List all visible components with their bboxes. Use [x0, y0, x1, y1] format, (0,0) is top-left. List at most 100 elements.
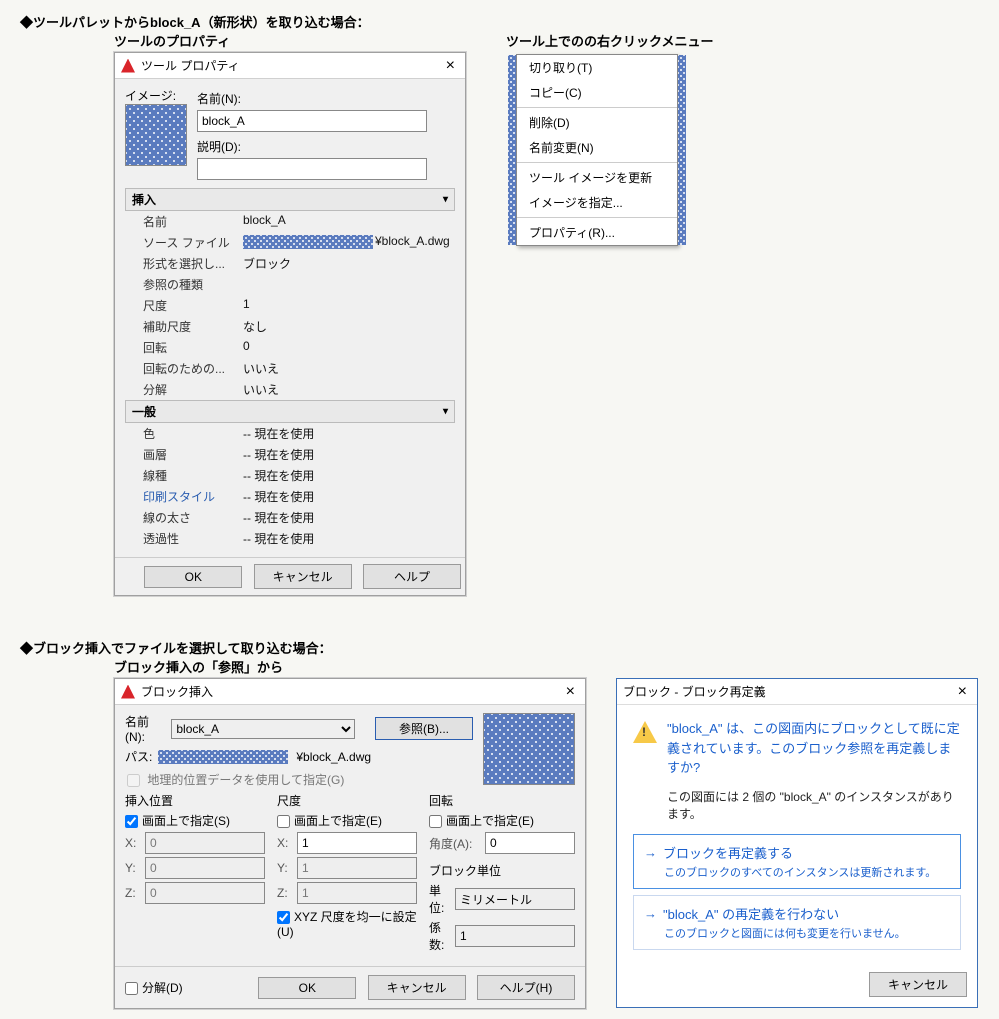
prop-row[interactable]: 回転0	[125, 337, 455, 358]
option-no-redefine[interactable]: →"block_A" の再定義を行わない このブロックと図面には何も変更を行いま…	[633, 895, 961, 950]
tool-props-label: ツールのプロパティ	[114, 31, 466, 50]
block-insert-title: ブロック挿入	[141, 683, 213, 700]
prop-row[interactable]: ソース ファイル¥block_A.dwg	[125, 232, 455, 253]
prop-key: 線種	[143, 467, 243, 484]
section1-title: ◆ツールパレットからblock_A（新形状）を取り込む場合：	[20, 12, 979, 31]
ok-button[interactable]: OK	[258, 977, 356, 999]
cancel-button[interactable]: キャンセル	[254, 564, 352, 589]
prop-value: 1	[243, 297, 455, 314]
scale-onscreen-checkbox[interactable]	[277, 815, 290, 828]
block-redefine-dialog: ブロック - ブロック再定義 × "block_A" は、この図面内にブロックと…	[616, 678, 978, 1008]
autocad-icon	[121, 59, 135, 73]
chevron-down-icon: ▾	[443, 406, 448, 417]
menu-item[interactable]: 削除(D)	[517, 110, 677, 135]
redef-message: "block_A" は、この図面内にブロックとして既に定義されています。このブロ…	[667, 719, 961, 778]
menu-separator	[517, 107, 677, 108]
prop-key: 名前	[143, 213, 243, 230]
autocad-icon	[121, 685, 135, 699]
uniform-scale-checkbox[interactable]	[277, 911, 290, 924]
unit-input	[455, 888, 575, 910]
tool-properties-dialog: ツール プロパティ × イメージ: 名前(N):	[114, 52, 466, 596]
path-hidden-prefix	[243, 235, 373, 249]
redef-title: ブロック - ブロック再定義	[623, 683, 766, 700]
bi-name-select[interactable]: block_A	[171, 719, 355, 739]
warning-icon	[633, 721, 657, 743]
pos-onscreen-checkbox[interactable]	[125, 815, 138, 828]
prop-value: -- 現在を使用	[243, 425, 455, 442]
bi-path-label: パス:	[125, 748, 152, 765]
rotation-group: 回転 画面上で指定(E) 角度(A): ブロック単位 単位: 係数:	[429, 792, 575, 956]
prop-row[interactable]: 画層-- 現在を使用	[125, 444, 455, 465]
prop-row[interactable]: 名前block_A	[125, 211, 455, 232]
angle-input[interactable]	[485, 832, 575, 854]
ctx-menu-label: ツール上でのの右クリックメニュー	[506, 31, 713, 50]
close-icon[interactable]: ×	[562, 685, 579, 699]
group-general-head[interactable]: 一般 ▾	[125, 400, 455, 423]
cancel-button[interactable]: キャンセル	[368, 975, 466, 1000]
tool-thumbnail[interactable]	[125, 104, 187, 166]
prop-value	[243, 276, 455, 293]
tool-props-title: ツール プロパティ	[141, 57, 240, 74]
help-button[interactable]: ヘルプ(H)	[477, 975, 575, 1000]
prop-row[interactable]: 線種-- 現在を使用	[125, 465, 455, 486]
block-insert-dialog: ブロック挿入 × 名前(N): block_A 参照(B)... パス:	[114, 678, 586, 1009]
explode-checkbox[interactable]	[125, 982, 138, 995]
prop-key: ソース ファイル	[143, 234, 243, 251]
prop-key: 尺度	[143, 297, 243, 314]
name-input[interactable]	[197, 110, 427, 132]
cancel-button[interactable]: キャンセル	[869, 972, 967, 997]
group-insert-head[interactable]: 挿入 ▾	[125, 188, 455, 211]
scale-x-input[interactable]	[297, 832, 417, 854]
prop-row[interactable]: 印刷スタイル-- 現在を使用	[125, 486, 455, 507]
section2-sub: ブロック挿入の「参照」から	[114, 657, 979, 676]
menu-item[interactable]: イメージを指定...	[517, 190, 677, 215]
close-icon[interactable]: ×	[442, 59, 459, 73]
prop-row[interactable]: 色-- 現在を使用	[125, 423, 455, 444]
prop-value: -- 現在を使用	[243, 530, 455, 547]
prop-value: ブロック	[243, 255, 455, 272]
menu-item[interactable]: 名前変更(N)	[517, 135, 677, 160]
insert-position-group: 挿入位置 画面上で指定(S) X: Y: Z:	[125, 792, 267, 956]
prop-row[interactable]: 線の太さ-- 現在を使用	[125, 507, 455, 528]
prop-value: -- 現在を使用	[243, 488, 455, 505]
redef-info: この図面には 2 個の "block_A" のインスタンスがあります。	[667, 788, 961, 822]
prop-row[interactable]: 補助尺度なし	[125, 316, 455, 337]
prop-value: -- 現在を使用	[243, 467, 455, 484]
menu-item[interactable]: ツール イメージを更新	[517, 165, 677, 190]
bi-name-label: 名前(N):	[125, 713, 165, 744]
scale-y-input	[297, 857, 417, 879]
prop-key: 参照の種類	[143, 276, 243, 293]
prop-row[interactable]: 形式を選択し...ブロック	[125, 253, 455, 274]
rot-onscreen-checkbox[interactable]	[429, 815, 442, 828]
prop-value: 0	[243, 339, 455, 356]
scale-group: 尺度 画面上で指定(E) X: Y: Z: XYZ 尺度を均一に設定(U)	[277, 792, 419, 956]
prop-value: block_A	[243, 213, 455, 230]
menu-separator	[517, 162, 677, 163]
prop-key: 形式を選択し...	[143, 255, 243, 272]
menu-item[interactable]: 切り取り(T)	[517, 55, 677, 80]
prop-key: 補助尺度	[143, 318, 243, 335]
pos-x-input	[145, 832, 265, 854]
menu-item[interactable]: プロパティ(R)...	[517, 220, 677, 245]
prop-row[interactable]: 透過性-- 現在を使用	[125, 528, 455, 549]
help-button[interactable]: ヘルプ	[363, 564, 461, 589]
prop-value: なし	[243, 318, 455, 335]
desc-input[interactable]	[197, 158, 427, 180]
image-label: イメージ:	[125, 87, 187, 104]
menu-separator	[517, 217, 677, 218]
menu-item[interactable]: コピー(C)	[517, 80, 677, 105]
close-icon[interactable]: ×	[954, 685, 971, 699]
prop-row[interactable]: 参照の種類	[125, 274, 455, 295]
pos-z-input	[145, 882, 265, 904]
prop-row[interactable]: 尺度1	[125, 295, 455, 316]
browse-button[interactable]: 参照(B)...	[375, 717, 473, 740]
ok-button[interactable]: OK	[144, 566, 242, 588]
option-redefine[interactable]: →ブロックを再定義する このブロックのすべてのインスタンスは更新されます。	[633, 834, 961, 889]
scale-z-input	[297, 882, 417, 904]
prop-row[interactable]: 回転のための...いいえ	[125, 358, 455, 379]
name-label: 名前(N):	[197, 90, 247, 107]
prop-row[interactable]: 分解いいえ	[125, 379, 455, 400]
prop-key: 回転のための...	[143, 360, 243, 377]
prop-value: いいえ	[243, 381, 455, 398]
desc-label: 説明(D):	[197, 138, 247, 155]
